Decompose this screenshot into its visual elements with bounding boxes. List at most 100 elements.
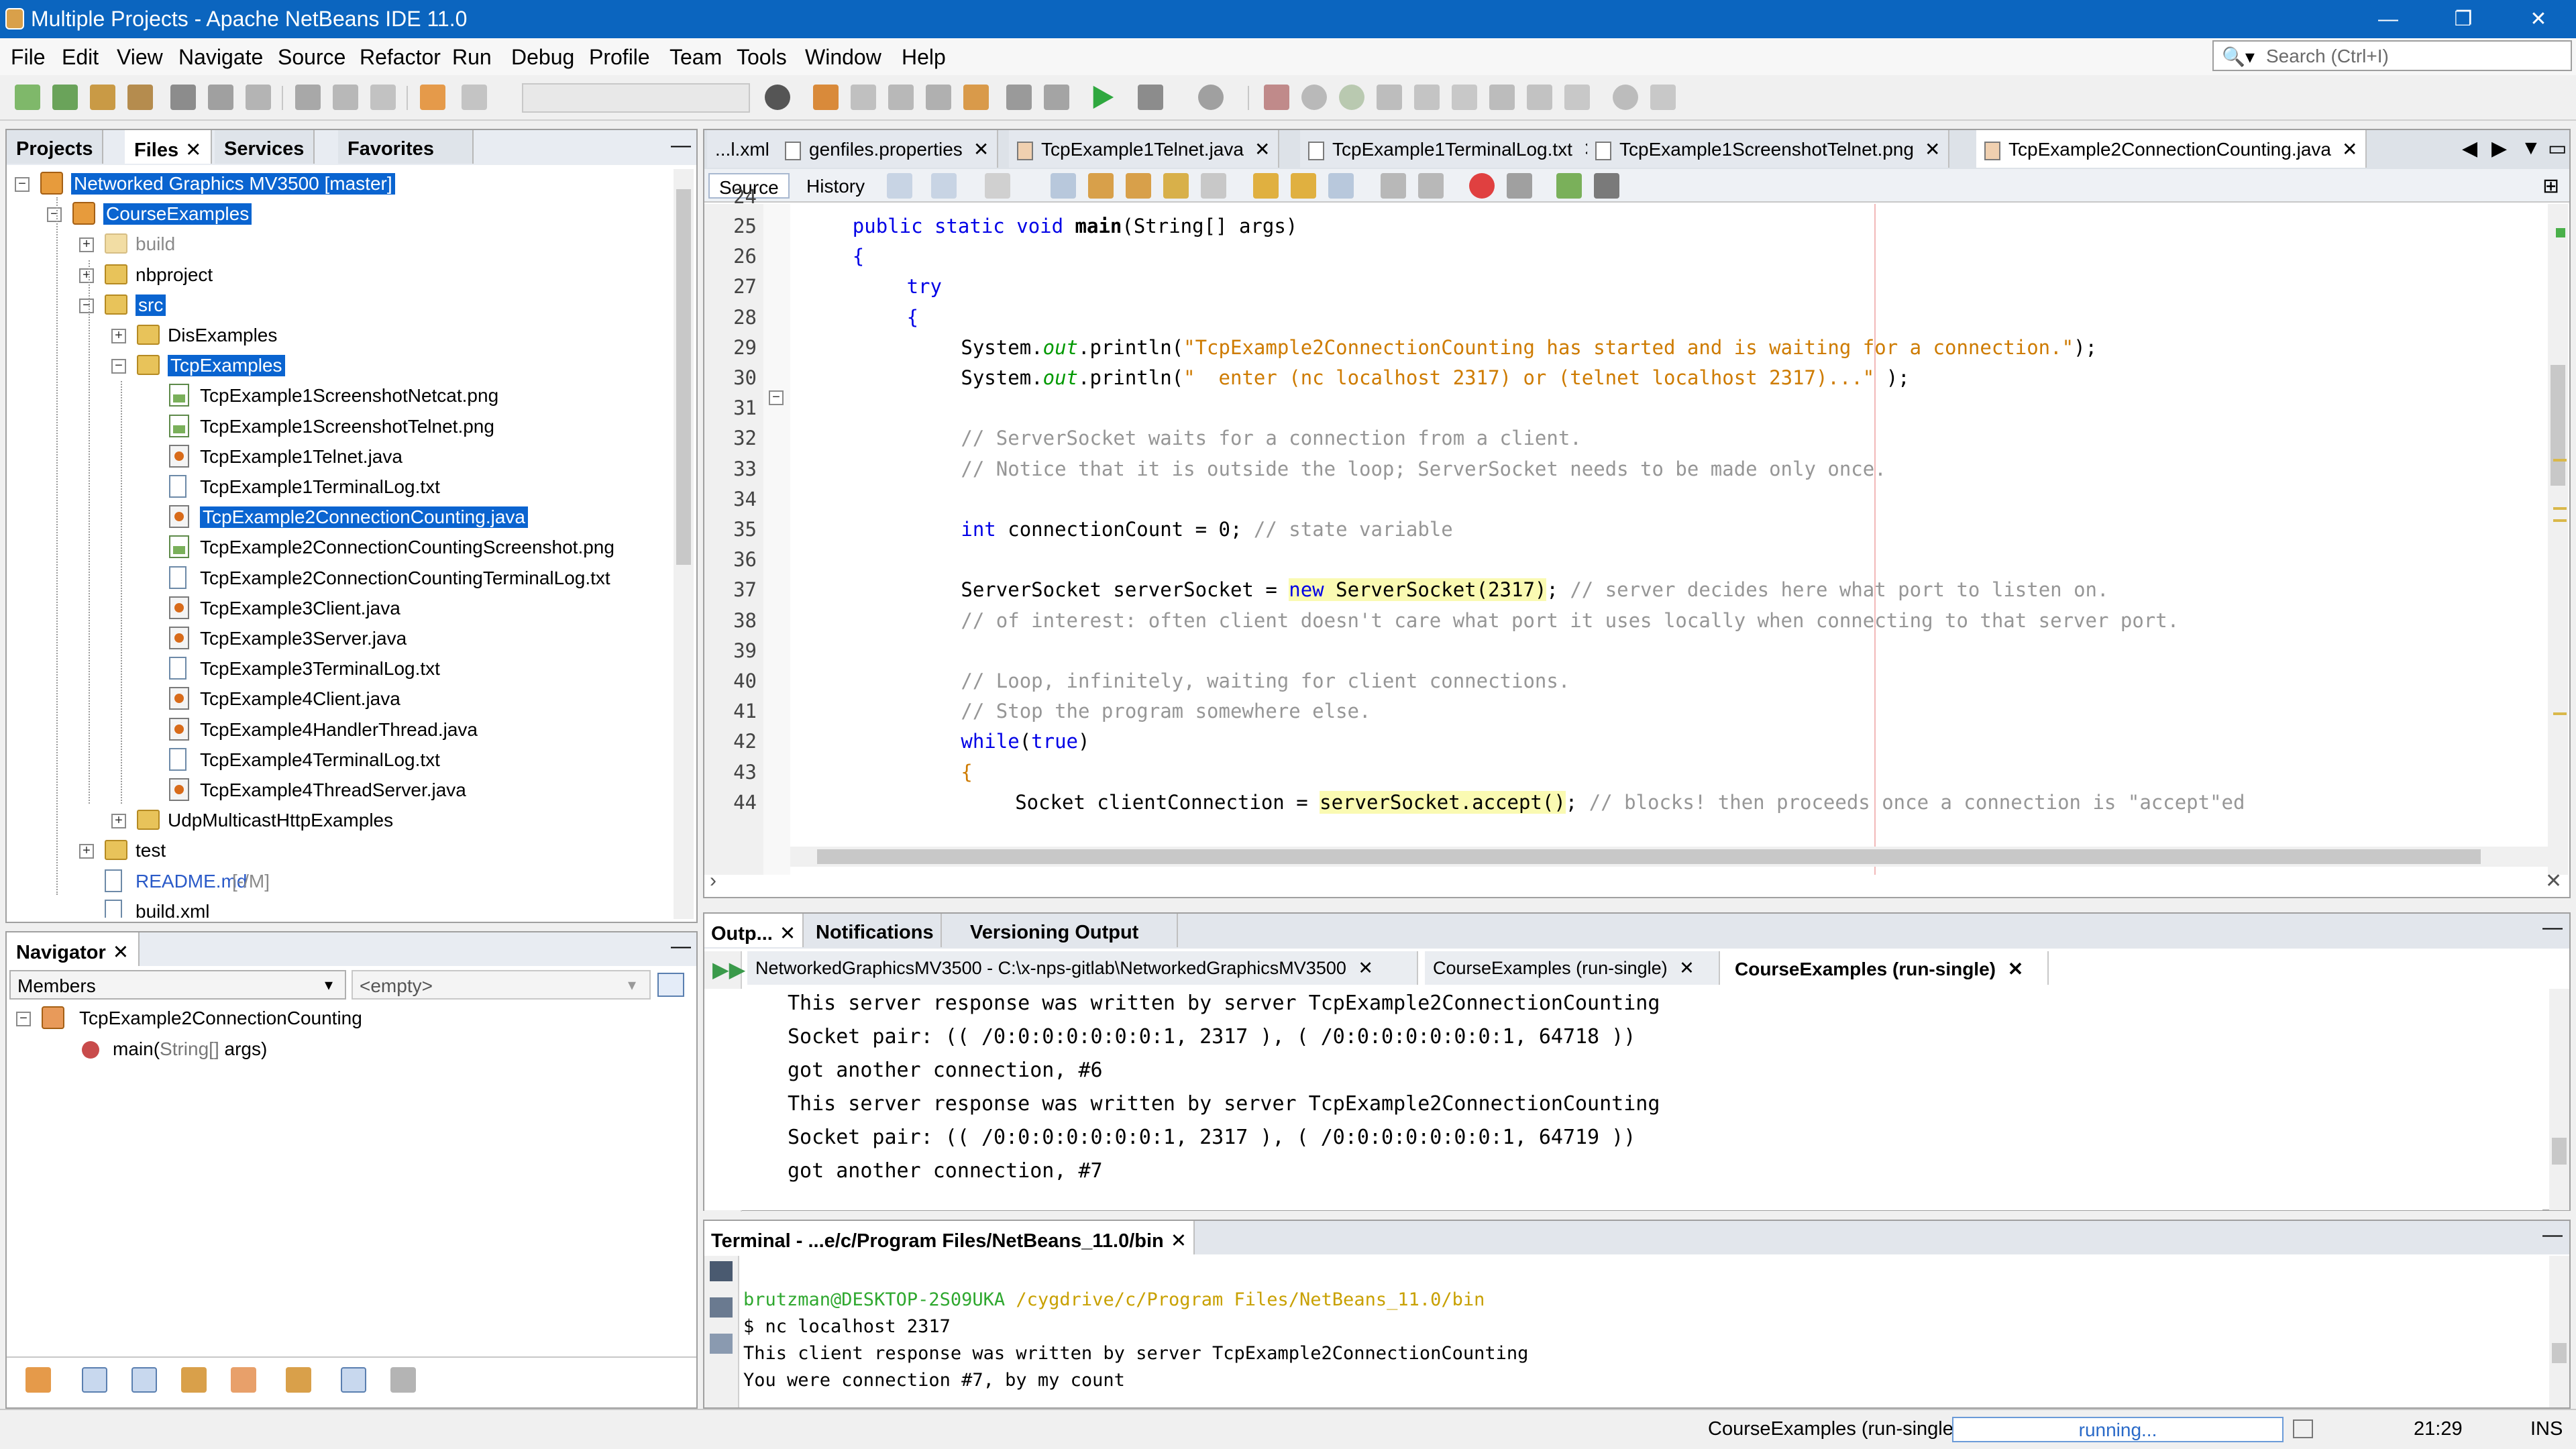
copy-icon[interactable] [333, 85, 358, 110]
shift-right-icon[interactable] [1418, 173, 1444, 199]
clean-icon[interactable] [1044, 85, 1069, 110]
apply-changes-icon[interactable] [1527, 85, 1552, 110]
code-area[interactable]: public static void main(String[] args) {t… [798, 204, 2542, 875]
output-subtab[interactable]: NetworkedGraphicsMV3500 - C:\x-nps-gitla… [747, 951, 1418, 985]
save-icon[interactable] [170, 85, 196, 110]
tree-file-row[interactable]: TcpExample4HandlerThread.java [7, 715, 671, 745]
sort-by-source-icon[interactable] [341, 1367, 366, 1393]
close-tab-icon[interactable]: ✕ [2342, 139, 2357, 160]
find-previous-icon[interactable] [1088, 173, 1114, 199]
tree-file-row[interactable]: TcpExample1TerminalLog.txt [7, 472, 671, 502]
tree-file-row[interactable]: TcpExample2ConnectionCountingTerminalLog… [7, 564, 671, 594]
show-static-icon[interactable] [131, 1367, 157, 1393]
menu-window[interactable]: Window [805, 45, 881, 70]
find-icon[interactable] [1051, 173, 1076, 199]
close-tab-icon[interactable]: ✕ [2002, 959, 2023, 979]
scrollbar-thumb[interactable] [817, 849, 2481, 864]
tree-file-row[interactable]: TcpExample2ConnectionCountingScreenshot.… [7, 533, 671, 563]
cancel-task-icon[interactable] [2293, 1419, 2313, 1438]
tree-folder-row[interactable]: + test [7, 836, 671, 866]
pause-icon[interactable] [1301, 85, 1327, 110]
tree-file-row[interactable]: TcpExample1ScreenshotNetcat.png [7, 381, 671, 411]
close-tab-icon[interactable]: ✕ [1674, 958, 1695, 978]
output-subtab[interactable]: CourseExamples (run-single) ✕ [1425, 951, 1720, 985]
tab-scroll-right-icon[interactable]: ▶ [2491, 137, 2507, 160]
terminal-options-icon[interactable] [710, 1334, 733, 1354]
close-tab-icon[interactable]: ✕ [185, 140, 201, 161]
window-title-bar[interactable]: Multiple Projects - Apache NetBeans IDE … [0, 0, 2576, 38]
members-filter-select[interactable]: Members ▾ [9, 970, 346, 1000]
editor-tab[interactable]: TcpExample1Telnet.java ✕ [1009, 130, 1280, 168]
expand-icon[interactable]: + [79, 237, 94, 253]
minimize-panel-icon[interactable]: — [671, 134, 691, 157]
close-breadcrumbs-icon[interactable]: ✕ [2545, 869, 2562, 893]
toggle-highlight-icon[interactable] [1163, 173, 1189, 199]
collapse-icon[interactable]: − [15, 177, 30, 192]
profile-icon[interactable] [1198, 85, 1224, 110]
show-inherited-icon[interactable] [25, 1367, 51, 1393]
last-edit-icon[interactable] [887, 173, 912, 199]
tree-folder-row[interactable]: + DisExamples [7, 321, 671, 351]
search-input[interactable]: 🔍▾ Search (Ctrl+I) [2212, 40, 2572, 71]
editor-tab[interactable]: TcpExample1TerminalLog.txt✕ [1300, 130, 1609, 168]
clean-build-icon[interactable] [851, 85, 876, 110]
show-private-icon[interactable] [181, 1367, 207, 1393]
minimize-button[interactable]: — [2351, 0, 2426, 38]
tree-folder-row[interactable]: − Networked Graphics MV3500 [master] [7, 169, 671, 199]
tab-files[interactable]: Files ✕ [125, 130, 213, 164]
test-icon[interactable] [963, 85, 989, 110]
scope-filter-select[interactable]: <empty> ▾ [352, 970, 651, 1000]
step-over-icon[interactable] [1377, 85, 1402, 110]
stop-debug-icon[interactable] [1264, 85, 1289, 110]
next-bookmark-icon[interactable] [1291, 173, 1316, 199]
open-project-icon[interactable] [90, 85, 115, 110]
step-into-icon[interactable] [1414, 85, 1440, 110]
scrollbar-thumb[interactable] [2552, 1138, 2567, 1165]
editor-vertical-scrollbar[interactable] [2548, 204, 2568, 875]
collapse-icon[interactable]: − [111, 359, 126, 374]
build-icon[interactable] [813, 85, 839, 110]
start-macro-icon[interactable] [1469, 173, 1495, 199]
cut-icon[interactable] [295, 85, 321, 110]
close-tab-icon[interactable]: ✕ [973, 139, 989, 160]
expand-icon[interactable]: + [111, 329, 126, 343]
navigator-class-row[interactable]: − TcpExample2ConnectionCounting [7, 1004, 678, 1034]
remote-terminal-icon[interactable] [710, 1297, 733, 1318]
show-inner-icon[interactable] [231, 1367, 256, 1393]
tree-folder-row[interactable]: + UdpMulticastHttpExamples [7, 806, 671, 836]
tree-folder-row[interactable]: − CourseExamples [7, 199, 671, 229]
rect-select-icon[interactable] [1201, 173, 1226, 199]
scrollbar-thumb[interactable] [2551, 365, 2565, 486]
tab-scroll-left-icon[interactable]: ◀ [2462, 137, 2477, 160]
close-tab-icon[interactable]: ✕ [1171, 1230, 1187, 1252]
back-icon[interactable] [931, 173, 957, 199]
configuration-select[interactable] [522, 83, 750, 113]
take-snapshot-icon[interactable] [1564, 85, 1590, 110]
expand-icon[interactable]: + [79, 268, 94, 283]
editor-tab[interactable]: TcpExample2ConnectionCounting.java ✕ [1976, 130, 2367, 168]
fold-icon[interactable]: − [769, 390, 784, 405]
navigator-method-row[interactable]: main(String[] args) [7, 1034, 678, 1065]
deploy-icon[interactable] [888, 85, 914, 110]
tree-folder-row[interactable]: + nbproject [7, 260, 671, 290]
terminal-scrollbar[interactable] [2549, 1256, 2569, 1407]
menu-help[interactable]: Help [902, 45, 946, 70]
menu-run[interactable]: Run [452, 45, 492, 70]
tab-navigator[interactable]: Navigator ✕ [7, 932, 140, 966]
run-icon[interactable] [1093, 85, 1114, 109]
menu-file[interactable]: File [11, 45, 46, 70]
menu-view[interactable]: View [117, 45, 163, 70]
close-tab-icon[interactable]: ✕ [1925, 139, 1940, 160]
menu-tools[interactable]: Tools [737, 45, 787, 70]
close-tab-icon[interactable]: ✕ [113, 942, 129, 963]
annotation-mark[interactable] [2553, 519, 2567, 522]
editor-horizontal-scrollbar[interactable] [790, 847, 2548, 867]
editor-tab[interactable]: TcpExample1ScreenshotTelnet.png ✕ [1587, 130, 1950, 168]
browser-icon[interactable] [765, 85, 790, 110]
menu-refactor[interactable]: Refactor [360, 45, 441, 70]
minimize-panel-icon[interactable]: — [2542, 1224, 2563, 1246]
tree-file-row[interactable]: TcpExample1Telnet.java [7, 442, 671, 472]
tab-terminal[interactable]: Terminal - ...e/c/Program Files/NetBeans… [704, 1221, 1195, 1254]
tree-file-row[interactable]: TcpExample4TerminalLog.txt [7, 745, 671, 775]
undo-icon[interactable] [420, 85, 445, 110]
